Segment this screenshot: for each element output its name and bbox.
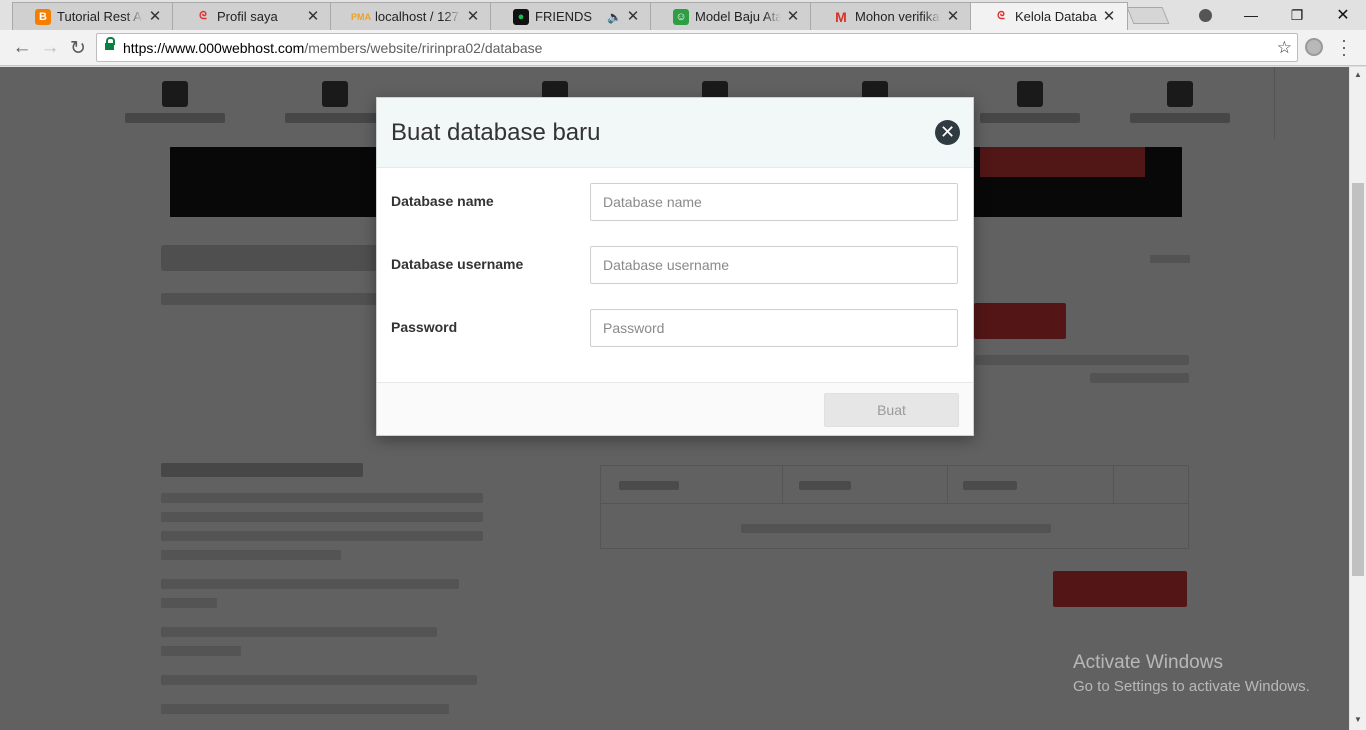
blogger-icon: B [35, 8, 51, 25]
000webhost-icon: ᘓ [199, 10, 207, 22]
create-database-modal: Buat database baru ✕ Database name Datab… [376, 97, 974, 436]
close-icon[interactable]: ✕ [785, 8, 801, 25]
modal-header: Buat database baru ✕ [377, 98, 973, 168]
close-icon[interactable]: ✕ [465, 8, 481, 25]
chrome-menu-icon[interactable]: · · · [1337, 31, 1351, 63]
activation-watermark: Activate Windows Go to Settings to activ… [1073, 652, 1310, 695]
url-path: /members/website/ririnpra02/database [304, 40, 543, 56]
close-modal-icon[interactable]: ✕ [935, 120, 960, 145]
close-icon[interactable]: ✕ [305, 8, 321, 25]
tab-title: Mohon verifikasi akun [855, 9, 941, 24]
url-host: https://www.000webhost.com [123, 40, 305, 56]
create-database-button[interactable]: Buat [824, 393, 959, 427]
address-bar[interactable]: https://www.000webhost.com/members/websi… [96, 33, 1298, 62]
database-username-row: Database username [391, 246, 959, 284]
speaker-icon[interactable]: 🔈 [607, 10, 622, 24]
watermark-subtitle: Go to Settings to activate Windows. [1073, 678, 1310, 695]
close-icon[interactable]: ✕ [625, 8, 641, 25]
tab-profil-saya[interactable]: ᘓ Profil saya ✕ [172, 2, 332, 30]
database-name-row: Database name [391, 183, 959, 221]
database-username-input[interactable] [590, 246, 958, 284]
database-name-label: Database name [391, 193, 494, 209]
tab-model-baju[interactable]: ☺ Model Baju Atasan ✕ [650, 2, 812, 30]
modal-footer: Buat [377, 382, 973, 435]
lock-icon [105, 37, 115, 53]
forward-icon[interactable]: → [37, 35, 63, 61]
close-icon[interactable]: ✕ [1101, 8, 1117, 25]
scroll-up-icon[interactable]: ▲ [1350, 67, 1366, 83]
phpmyadmin-icon: PMA [351, 11, 371, 22]
modal-title: Buat database baru [391, 119, 601, 146]
new-tab-button[interactable] [1126, 7, 1170, 24]
tab-friends[interactable]: ● FRIENDS 🔈 ✕ [490, 2, 652, 30]
window-close-icon[interactable]: ✕ [1320, 0, 1366, 30]
back-icon[interactable]: ← [9, 35, 35, 61]
tab-title: Tutorial Rest Api dengan [57, 9, 143, 24]
watermark-title: Activate Windows [1073, 652, 1223, 673]
tab-strip: B Tutorial Rest Api dengan ✕ ᘓ Profil sa… [0, 0, 1366, 30]
database-name-input[interactable] [590, 183, 958, 221]
tab-localhost[interactable]: PMA localhost / 127.0.0.1 ✕ [330, 2, 492, 30]
music-icon: ● [513, 8, 529, 25]
tab-title: localhost / 127.0.0.1 [375, 9, 461, 24]
password-label: Password [391, 319, 458, 335]
shop-icon: ☺ [673, 8, 689, 25]
page-scrollbar[interactable]: ▲ ▼ [1349, 67, 1366, 730]
bookmark-star-icon[interactable]: ☆ [1277, 38, 1292, 58]
tab-title: Kelola Database [1015, 9, 1097, 24]
extension-globe-icon[interactable] [1305, 38, 1323, 56]
close-icon[interactable]: ✕ [147, 8, 163, 25]
tab-title: Profil saya [217, 9, 278, 24]
scroll-down-icon[interactable]: ▼ [1350, 712, 1366, 728]
restore-icon[interactable]: ❐ [1274, 0, 1320, 30]
tab-title: Model Baju Atasan [695, 9, 781, 24]
tab-title: FRIENDS [535, 9, 593, 24]
000webhost-icon: ᘓ [997, 10, 1005, 22]
tab-mohon-verifikasi[interactable]: M Mohon verifikasi akun ✕ [810, 2, 972, 30]
gmail-icon: M [835, 8, 847, 25]
url-text[interactable]: https://www.000webhost.com/members/websi… [123, 40, 542, 56]
database-username-label: Database username [391, 256, 524, 272]
close-icon[interactable]: ✕ [945, 8, 961, 25]
browser-toolbar: ← → ↻ https://www.000webhost.com/members… [0, 30, 1366, 66]
password-row: Password [391, 309, 959, 347]
minimize-icon[interactable]: — [1228, 0, 1274, 30]
scrollbar-thumb[interactable] [1352, 183, 1364, 576]
password-input[interactable] [590, 309, 958, 347]
profile-icon[interactable] [1182, 0, 1228, 30]
reload-icon[interactable]: ↻ [65, 35, 91, 61]
tab-kelola-database[interactable]: ᘓ Kelola Database ✕ [970, 2, 1128, 30]
tab-tutorial-rest-api[interactable]: B Tutorial Rest Api dengan ✕ [12, 2, 174, 30]
